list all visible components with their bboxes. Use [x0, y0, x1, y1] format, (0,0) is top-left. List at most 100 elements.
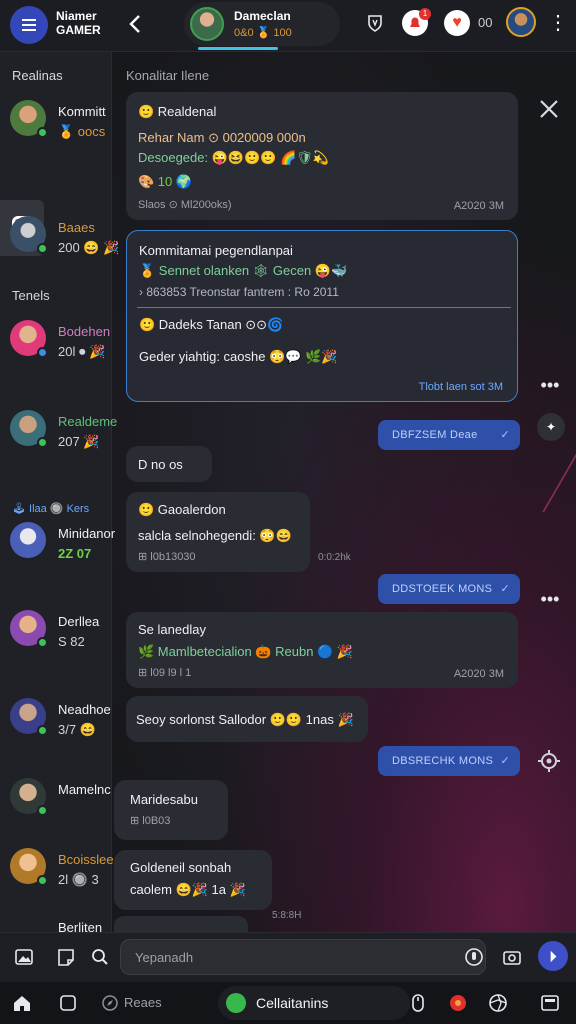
image-button[interactable]: [12, 945, 36, 969]
more-options-icon[interactable]: •••: [538, 376, 562, 394]
brand-logo: Niamer GAMER: [56, 9, 101, 37]
message-bubble[interactable]: 🙂 Gaoalerdon salcla selnohegendi: 😳😄 ⊞ l…: [126, 492, 310, 572]
heart-button[interactable]: ♥: [444, 10, 470, 36]
message-input[interactable]: [120, 939, 486, 975]
hamburger-icon: [22, 19, 36, 31]
message-text: 🎨 10 🌍: [138, 174, 193, 189]
sidebar-item[interactable]: Mamelnc: [0, 778, 112, 858]
sidebar-item[interactable]: Neadhoe 3/7 😄: [0, 698, 112, 778]
nav-alerts[interactable]: [446, 991, 470, 1015]
image-icon: [15, 949, 33, 965]
read-check-icon: ✓: [500, 429, 510, 441]
message-author: Goldeneil sonbah: [130, 860, 232, 875]
chat-header[interactable]: Dameclan 0&0 🏅 100: [184, 2, 340, 50]
message-author: 🙂 Gaoalerdon: [138, 502, 226, 517]
message-bubble[interactable]: Seoy sorlonst Sallodor 🙂🙂 1nas 🎉: [126, 696, 368, 742]
mouse-icon: [412, 994, 424, 1012]
chat-thread-title: Konalitar Ilene: [126, 68, 210, 83]
message-bubble[interactable]: Se lanedlay 🌿 Mamlbetecialion 🎃 Reubn 🔵 …: [126, 612, 518, 688]
message-author: Maridesabu: [130, 792, 198, 807]
sidebar-item[interactable]: Realdeme 207 🎉: [0, 410, 117, 490]
outgoing-message[interactable]: DBFZSEM Deae ✓: [378, 420, 520, 450]
nav-home[interactable]: [10, 991, 34, 1015]
sidebar-section-title: Tenels: [12, 288, 50, 303]
camera-icon: [503, 951, 521, 965]
sidebar-item-status: 🏅 oocs: [58, 124, 106, 139]
nav-active-tab[interactable]: Cellaitanins: [218, 986, 410, 1020]
message-text: Geder yiahtig: caoshe 😳💬 🌿🎉: [139, 349, 338, 364]
sidebar-item[interactable]: Bcoisslee 2l 🔘 3: [0, 848, 114, 928]
sidebar-item[interactable]: Bodehen 20l ⏺ 🎉: [0, 320, 112, 400]
home-icon: [14, 996, 30, 1011]
avatar: [10, 848, 48, 886]
sparkle-icon: ✦: [545, 420, 557, 434]
message-bubble[interactable]: Maridesabu ⊞ l0B03: [114, 780, 228, 840]
avatar: [10, 610, 48, 648]
sidebar-item-status: 20l ⏺ 🎉: [58, 344, 106, 359]
sidebar-item-name: Realdeme: [58, 414, 118, 429]
nav-mouse[interactable]: [406, 991, 430, 1015]
active-tab-icon: [226, 993, 246, 1013]
nav-explore[interactable]: [486, 991, 510, 1015]
message-meta: Slaos ⊙ Ml200oks): [138, 199, 232, 211]
message-bubble[interactable]: D no os: [126, 446, 212, 482]
message-text: Rehar Nam ⊙ 0020009 000n: [138, 130, 306, 145]
message-card[interactable]: 🙂 Realdenal Rehar Nam ⊙ 0020009 000n Des…: [126, 92, 518, 220]
sidebar-item[interactable]: Baaes 200 😄 🎉: [0, 216, 119, 296]
voice-button[interactable]: [462, 945, 486, 969]
message-text: Desoegede: 😜😆🙂🙂 🌈🛡💫: [138, 150, 329, 165]
sidebar-tag-row: 🕹 Ilaa 🔘 Kers: [12, 503, 90, 515]
notification-badge: 1: [419, 8, 431, 20]
message-meta: ⊞ l0B03: [130, 815, 171, 827]
sidebar-item-status: 3/7 😄: [58, 722, 96, 737]
outgoing-message[interactable]: DDSTOEEK MONS ✓: [378, 574, 520, 604]
search-icon: [92, 949, 108, 965]
sidebar-item-status: 2l 🔘 3: [58, 872, 99, 887]
more-options-icon[interactable]: •••: [538, 590, 562, 608]
message-timestamp: A2020 3M: [453, 668, 504, 680]
microphone-icon: [465, 948, 483, 966]
more-options-icon[interactable]: ⋮: [548, 10, 568, 38]
nav-square[interactable]: [56, 991, 80, 1015]
outgoing-text: DBFZSEM Deae: [392, 429, 478, 441]
sticker-button[interactable]: [54, 945, 78, 969]
outgoing-text: DBSRECHK MONS: [392, 755, 494, 767]
profile-avatar[interactable]: [506, 7, 536, 37]
sidebar-item-status: 200 😄 🎉: [58, 240, 120, 255]
message-author: Kommitamai pegendlanpai: [139, 243, 293, 258]
sidebar-item[interactable]: Minidanor 2Z 07: [0, 522, 115, 602]
message-text: 🌿 Mamlbetecialion 🎃 Reubn 🔵 🎉: [138, 644, 354, 659]
settings-gear-icon[interactable]: [536, 748, 562, 774]
message-timestamp: 5:8:8H: [272, 910, 302, 921]
aperture-icon: [489, 994, 507, 1012]
sidebar-item[interactable]: Kommitt 🏅 oocs: [0, 100, 112, 180]
avatar: [10, 698, 48, 736]
sidebar-item[interactable]: Berliten: [0, 918, 112, 932]
shield-button[interactable]: [362, 10, 388, 36]
quoted-message-card[interactable]: Kommitamai pegendlanpai 🏅 Sennet olanken…: [126, 230, 518, 402]
outgoing-message[interactable]: DBSRECHK MONS ✓: [378, 746, 520, 776]
nav-active-label: Cellaitanins: [256, 995, 329, 1011]
back-arrow-icon[interactable]: [124, 12, 148, 36]
sidebar-item-name: Berliten: [58, 920, 103, 932]
close-icon[interactable]: [536, 96, 562, 122]
menu-button[interactable]: [10, 6, 48, 44]
message-text: › 863853 Treonstar fantrem : Ro 2011: [139, 285, 339, 299]
sidebar-item-status: 207 🎉: [58, 434, 100, 449]
search-button[interactable]: [88, 945, 112, 969]
sparkle-button[interactable]: ✦: [537, 413, 565, 441]
nav-apps[interactable]: [538, 991, 562, 1015]
send-icon: ⏵: [549, 948, 557, 964]
sidebar-item[interactable]: Derllea S 82: [0, 610, 112, 690]
message-bubble[interactable]: Goldeneil sonbah caolem 😄🎉 1a 🎉: [114, 850, 272, 910]
message-text: D no os: [138, 457, 183, 472]
card-divider: [137, 307, 511, 308]
message-composer: ⏵: [0, 932, 576, 982]
send-button[interactable]: ⏵: [538, 941, 568, 971]
nav-reaes[interactable]: [98, 991, 122, 1015]
sticker-icon: [58, 949, 74, 966]
apps-icon: [541, 995, 559, 1011]
message-author: 🙂 Realdenal: [138, 104, 217, 119]
notification-button[interactable]: 1: [402, 8, 431, 36]
camera-button[interactable]: [500, 945, 524, 969]
